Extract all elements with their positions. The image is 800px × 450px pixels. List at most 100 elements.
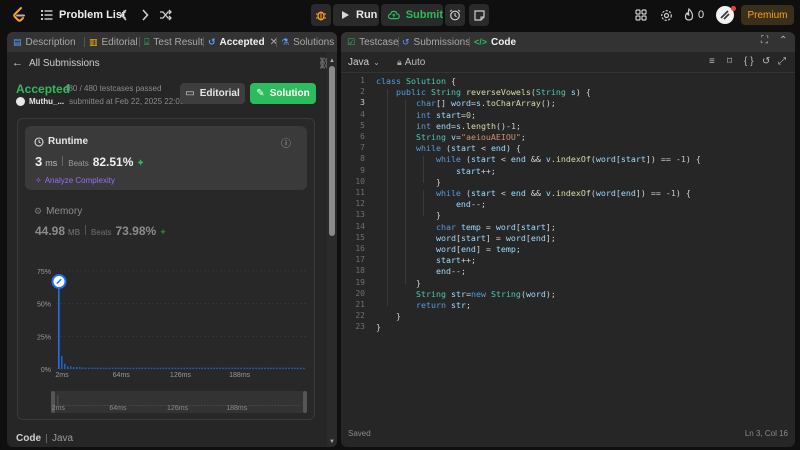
- maximize-icon[interactable]: ⛶: [761, 35, 768, 46]
- code-line[interactable]: }: [376, 278, 421, 288]
- tab-description[interactable]: ▤ Description: [13, 32, 76, 52]
- submit-button[interactable]: Submit: [381, 4, 443, 26]
- chart-bar: [93, 367, 96, 369]
- timer-button[interactable]: [445, 4, 465, 26]
- memory-header: ⚙ Memory: [34, 206, 82, 217]
- bookmark-icon[interactable]: ⌑: [727, 56, 732, 67]
- tab-testcase[interactable]: ☑ Testcase: [347, 32, 399, 52]
- username[interactable]: Muthu_...: [29, 97, 64, 106]
- right-panel: ☑ Testcase ↺ Submissions </> Code ⛶ ⌃ Ja…: [341, 32, 795, 447]
- code-line[interactable]: word[start] = word[end];: [376, 233, 556, 243]
- line-number: 8: [360, 154, 365, 164]
- chart-bar: [228, 367, 230, 369]
- code-line[interactable]: }: [376, 322, 381, 332]
- premium-button[interactable]: Premium: [741, 5, 794, 25]
- chart-bar: [90, 367, 93, 369]
- all-submissions-link[interactable]: ← All Submissions: [12, 57, 100, 69]
- tab-solutions[interactable]: ⚗ Solutions: [281, 32, 334, 52]
- language-select[interactable]: Java ⌄: [348, 57, 380, 68]
- code-line[interactable]: char[] word=s.toCharArray();: [376, 98, 556, 108]
- tab-editorial[interactable]: ▥ Editorial: [89, 32, 138, 52]
- tab-test-result-label: Test Result: [153, 36, 203, 48]
- code-line[interactable]: char temp = word[start];: [376, 222, 556, 232]
- chart-bar: [75, 367, 78, 369]
- code-line[interactable]: while (start < end) {: [376, 143, 521, 153]
- code-line[interactable]: }: [376, 311, 401, 321]
- code-line[interactable]: end--;: [376, 266, 466, 276]
- code-line[interactable]: while (start < end && v.indexOf(word[sta…: [376, 154, 701, 164]
- indent-guide: [423, 190, 424, 217]
- chart-bar: [222, 367, 224, 369]
- range-tick-label: 64ms: [109, 405, 127, 412]
- code-line[interactable]: end--;: [376, 199, 486, 209]
- run-button[interactable]: Run: [333, 4, 379, 26]
- editorial-button-label: Editorial: [199, 88, 240, 99]
- left-panel: ▤ Description ▥ Editorial ⌸ Test Result …: [7, 32, 337, 447]
- format-icon[interactable]: ≡: [709, 56, 715, 67]
- chart-bar: [273, 367, 275, 369]
- runtime-unit: ms: [45, 158, 58, 168]
- memory-card[interactable]: ⚙ Memory 44.98 MB Beats 73.98% ✦: [25, 200, 307, 250]
- debug-button[interactable]: [311, 4, 331, 26]
- chevron-right-icon[interactable]: [136, 6, 154, 24]
- more-icon[interactable]: ⤢: [778, 56, 786, 67]
- line-number: 2: [360, 87, 365, 97]
- scrollbar-thumb[interactable]: [329, 66, 335, 236]
- tab-code[interactable]: </> Code: [474, 32, 516, 52]
- analyze-complexity-link[interactable]: ✧ Analyze Complexity: [35, 176, 115, 185]
- layout-grid-icon[interactable]: [632, 6, 650, 24]
- reset-icon[interactable]: ↺: [762, 56, 770, 67]
- code-line[interactable]: start++;: [376, 166, 496, 176]
- chart-bar: [234, 367, 236, 369]
- play-icon: [342, 11, 349, 19]
- chart-bar: [87, 367, 90, 369]
- streak-counter[interactable]: 0: [684, 8, 704, 21]
- chart-bar: [186, 367, 189, 369]
- scroll-up-icon[interactable]: ▲: [329, 58, 335, 64]
- runtime-distribution-chart[interactable]: 75% 50% 25% 0% 2ms 64ms 126ms 188ms: [18, 259, 316, 379]
- code-line[interactable]: word[end] = temp;: [376, 244, 521, 254]
- runtime-card[interactable]: Runtime ⓘ 3 ms Beats 82.51% ✦ ✧ Analyze …: [25, 126, 307, 190]
- range-ticks: 2ms 64ms 126ms 188ms: [51, 405, 307, 413]
- info-icon[interactable]: ⓘ: [281, 135, 291, 150]
- code-line[interactable]: public String reverseVowels(String s) {: [376, 87, 591, 97]
- code-line[interactable]: }: [376, 177, 441, 187]
- tab-test-result[interactable]: ⌸ Test Result: [144, 32, 203, 52]
- code-line[interactable]: class Solution {: [376, 76, 456, 86]
- settings-gear-icon[interactable]: [657, 6, 675, 24]
- chevron-left-icon[interactable]: [115, 6, 133, 24]
- tab-submissions[interactable]: ↺ Submissions: [402, 32, 470, 52]
- solution-button[interactable]: ✎ Solution: [250, 83, 316, 104]
- chart-bar: [261, 367, 263, 369]
- line-number: 9: [360, 165, 365, 175]
- tab-accepted[interactable]: ↺ Accepted ✕: [208, 32, 278, 52]
- collapse-icon[interactable]: ⌃: [779, 35, 787, 46]
- runtime-header: Runtime: [34, 136, 88, 147]
- code-line[interactable]: String v="aeiouAEIOU";: [376, 132, 526, 142]
- shuffle-icon[interactable]: [156, 6, 174, 24]
- leetcode-logo-icon[interactable]: [10, 6, 28, 24]
- chart-bar: [294, 367, 296, 369]
- auto-mode[interactable]: 🔒︎ Auto: [397, 57, 425, 68]
- problem-list-icon[interactable]: [38, 6, 56, 24]
- chart-bar: [81, 367, 84, 369]
- editorial-button[interactable]: ▭ Editorial: [180, 83, 245, 104]
- code-line[interactable]: start++;: [376, 255, 476, 265]
- left-scrollbar[interactable]: ▲ ▼: [327, 52, 337, 447]
- code-line[interactable]: int start=0;: [376, 110, 476, 120]
- notes-button[interactable]: [469, 4, 489, 26]
- right-tab-bar: ☑ Testcase ↺ Submissions </> Code ⛶ ⌃: [341, 32, 795, 52]
- user-avatar[interactable]: [16, 97, 25, 106]
- code-line[interactable]: int end=s.length()-1;: [376, 121, 521, 131]
- code-line[interactable]: return str;: [376, 300, 471, 310]
- code-line[interactable]: }: [376, 210, 441, 220]
- memory-beats: 73.98%: [115, 224, 157, 238]
- code-line[interactable]: String str=new String(word);: [376, 289, 556, 299]
- range-slider[interactable]: 2ms 64ms 126ms 188ms: [51, 391, 307, 413]
- chart-bar: [291, 367, 293, 369]
- braces-icon[interactable]: { }: [744, 56, 753, 67]
- y-tick-label: 50%: [37, 302, 51, 309]
- scroll-down-icon[interactable]: ▼: [329, 439, 335, 445]
- editor-status-saved: Saved: [348, 429, 371, 438]
- code-editor[interactable]: 1 class Solution {2 public String reverse…: [341, 76, 795, 416]
